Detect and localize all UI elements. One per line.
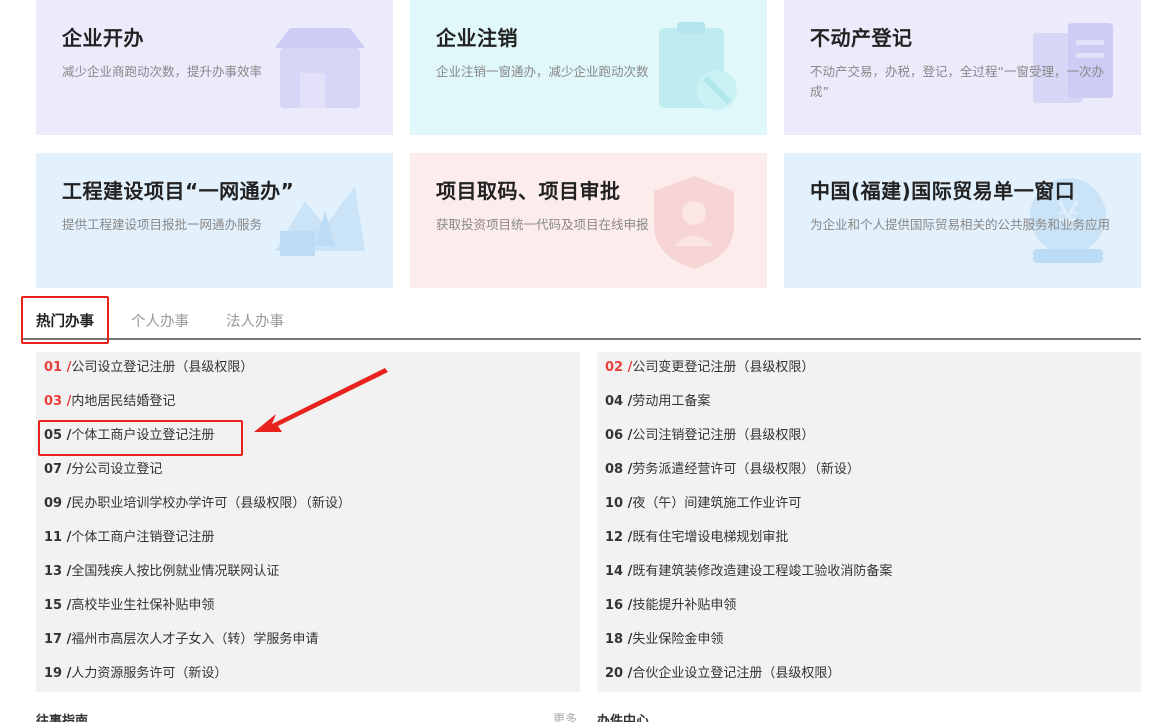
service-list-item[interactable]: 16 /技能提升补贴申领 <box>605 596 736 616</box>
item-label: 公司注销登记注册（县级权限） <box>632 428 815 443</box>
item-label: 合伙企业设立登记注册（县级权限） <box>632 666 841 681</box>
service-list-item[interactable]: 19 /人力资源服务许可（新设） <box>44 664 227 684</box>
item-number: 18 / <box>605 632 633 647</box>
tab-personal-services[interactable]: 个人办事 <box>131 310 189 331</box>
card-title: 不动产登记 <box>810 26 913 50</box>
service-list-item[interactable]: 04 /劳动用工备案 <box>605 392 710 412</box>
item-label: 既有住宅增设电梯规划审批 <box>632 530 789 545</box>
tab-legal-entity-services[interactable]: 法人办事 <box>226 310 284 331</box>
item-label: 民办职业培训学校办学许可（县级权限）（新设） <box>71 496 351 511</box>
card-description: 企业注销一窗通办，减少企业跑动次数 <box>436 64 649 79</box>
item-number: 03 / <box>44 394 72 409</box>
card-description: 获取投资项目统一代码及项目在线申报 <box>436 217 649 232</box>
item-number: 17 / <box>44 632 72 647</box>
service-card[interactable]: 工程建设项目“一网通办” 提供工程建设项目报批一网通办服务 <box>36 153 393 288</box>
item-label: 夜（午）间建筑施工作业许可 <box>632 496 802 511</box>
card-description: 减少企业商跑动次数，提升办事效率 <box>62 64 263 79</box>
card-description: 为企业和个人提供国际贸易相关的公共服务和业务应用 <box>810 217 1111 232</box>
item-label: 人力资源服务许可（新设） <box>71 666 228 681</box>
item-highlight-box <box>38 420 243 456</box>
service-list-item[interactable]: 13 /全国残疾人按比例就业情况联网认证 <box>44 562 279 582</box>
item-label: 公司设立登记注册（县级权限） <box>71 360 254 375</box>
item-number: 12 / <box>605 530 633 545</box>
item-number: 13 / <box>44 564 72 579</box>
item-number: 02 / <box>605 360 633 375</box>
item-number: 14 / <box>605 564 633 579</box>
service-list-item[interactable]: 09 /民办职业培训学校办学许可（县级权限）（新设） <box>44 494 351 514</box>
service-list-item[interactable]: 17 /福州市高层次人才子女入（转）学服务申请 <box>44 630 318 650</box>
item-number: 06 / <box>605 428 633 443</box>
section-title-guide: 往事指南 <box>36 714 89 722</box>
item-label: 全国残疾人按比例就业情况联网认证 <box>71 564 280 579</box>
service-list-item[interactable]: 02 /公司变更登记注册（县级权限） <box>605 358 814 378</box>
service-card[interactable]: ¥ 中国(福建)国际贸易单一窗口 为企业和个人提供国际贸易相关的公共服务和业务应用 <box>784 153 1141 288</box>
service-card[interactable]: 不动产登记不动产交易，办税，登记，全过程“一窗受理，一次办成” <box>784 0 1141 135</box>
section-title-center: 办件中心 <box>597 714 650 722</box>
tab-highlight-box <box>21 296 109 344</box>
service-tabs: 热门办事 个人办事 法人办事 <box>21 296 1141 340</box>
card-title: 项目取码、项目审批 <box>436 179 621 203</box>
service-list-item[interactable]: 15 /高校毕业生社保补贴申领 <box>44 596 214 616</box>
item-number: 19 / <box>44 666 72 681</box>
card-title: 中国(福建)国际贸易单一窗口 <box>810 179 1076 203</box>
service-list-item[interactable]: 14 /既有建筑装修改造建设工程竣工验收消防备案 <box>605 562 892 582</box>
item-number: 16 / <box>605 598 633 613</box>
item-number: 07 / <box>44 462 72 477</box>
service-list-item[interactable]: 10 /夜（午）间建筑施工作业许可 <box>605 494 801 514</box>
service-list-item[interactable]: 11 /个体工商户注销登记注册 <box>44 528 214 548</box>
more-link[interactable]: 更多 <box>553 710 577 722</box>
item-label: 高校毕业生社保补贴申领 <box>71 598 215 613</box>
service-list-item[interactable]: 12 /既有住宅增设电梯规划审批 <box>605 528 788 548</box>
item-number: 01 / <box>44 360 72 375</box>
item-number: 10 / <box>605 496 633 511</box>
service-list-item[interactable]: 06 /公司注销登记注册（县级权限） <box>605 426 814 446</box>
item-label: 失业保险金申领 <box>632 632 724 647</box>
item-label: 福州市高层次人才子女入（转）学服务申请 <box>71 632 319 647</box>
item-label: 既有建筑装修改造建设工程竣工验收消防备案 <box>632 564 893 579</box>
service-card[interactable]: 企业注销企业注销一窗通办，减少企业跑动次数 <box>410 0 767 135</box>
card-title: 企业开办 <box>62 26 144 50</box>
card-title: 企业注销 <box>436 26 518 50</box>
card-description: 不动产交易，办税，登记，全过程“一窗受理，一次办成” <box>810 64 1104 99</box>
item-number: 08 / <box>605 462 633 477</box>
item-number: 09 / <box>44 496 72 511</box>
service-list-item[interactable]: 07 /分公司设立登记 <box>44 460 162 480</box>
service-card[interactable]: 项目取码、项目审批获取投资项目统一代码及项目在线申报 <box>410 153 767 288</box>
item-label: 个体工商户注销登记注册 <box>71 530 215 545</box>
item-label: 内地居民结婚登记 <box>71 394 176 409</box>
item-label: 公司变更登记注册（县级权限） <box>632 360 815 375</box>
item-number: 04 / <box>605 394 633 409</box>
item-label: 劳务派遣经营许可（县级权限）（新设） <box>632 462 860 477</box>
card-description: 提供工程建设项目报批一网通办服务 <box>62 217 263 232</box>
service-list-item[interactable]: 18 /失业保险金申领 <box>605 630 723 650</box>
service-list-item[interactable]: 08 /劳务派遣经营许可（县级权限）（新设） <box>605 460 860 480</box>
service-list-item[interactable]: 03 /内地居民结婚登记 <box>44 392 175 412</box>
service-list-item[interactable]: 20 /合伙企业设立登记注册（县级权限） <box>605 664 840 684</box>
annotation-arrow-icon <box>254 368 388 432</box>
service-card[interactable]: 企业开办减少企业商跑动次数，提升办事效率 <box>36 0 393 135</box>
item-label: 分公司设立登记 <box>71 462 163 477</box>
item-number: 11 / <box>44 530 72 545</box>
item-label: 技能提升补贴申领 <box>632 598 737 613</box>
service-list-right: 02 /公司变更登记注册（县级权限） 04 /劳动用工备案 06 /公司注销登记注册… <box>597 352 1141 692</box>
card-title: 工程建设项目“一网通办” <box>62 179 295 203</box>
service-list-item[interactable]: 01 /公司设立登记注册（县级权限） <box>44 358 253 378</box>
item-label: 劳动用工备案 <box>632 394 711 409</box>
item-number: 15 / <box>44 598 72 613</box>
item-number: 20 / <box>605 666 633 681</box>
